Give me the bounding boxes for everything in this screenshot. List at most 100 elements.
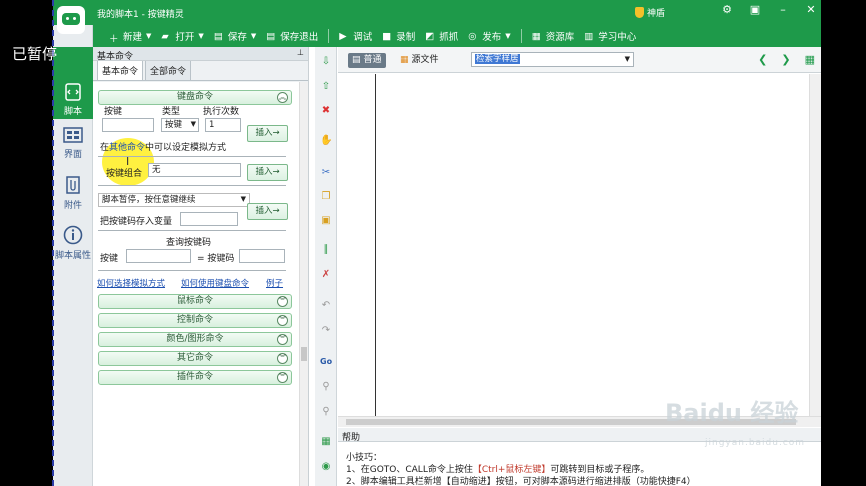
redo-icon[interactable]: ↷ bbox=[320, 325, 332, 337]
paste-icon[interactable]: ▣ bbox=[320, 215, 332, 227]
save-button[interactable]: ▤ 保存 ▼ bbox=[214, 29, 257, 44]
copy-icon[interactable]: ❐ bbox=[320, 191, 332, 203]
nav-item-ui[interactable]: 界面 bbox=[53, 126, 93, 160]
chevron-down-icon: ︾ bbox=[277, 296, 288, 307]
minimize-icon[interactable]: – bbox=[777, 4, 789, 16]
tab-all-commands[interactable]: 全部命令 bbox=[145, 60, 192, 80]
move-down-icon[interactable]: ⇩ bbox=[320, 56, 332, 68]
folder-icon: ▰ bbox=[161, 30, 169, 42]
editor-tool-strip: ⇩ ⇧ ✖ ✋ ✂ ❐ ▣ ∥ ✗ ↶ ↷ Go ⚲ ⚲ ▦ ◉ bbox=[315, 47, 337, 486]
divider bbox=[98, 230, 286, 231]
pause-mode-select[interactable]: 脚本暂停，按任意键继续 ▼ bbox=[98, 193, 250, 207]
scrollbar-thumb[interactable] bbox=[301, 347, 307, 361]
info-icon bbox=[63, 225, 83, 245]
section-control-commands[interactable]: 控制命令 ︾ bbox=[98, 313, 292, 328]
how-to-use-keyboard-link[interactable]: 如何使用键盘命令 bbox=[181, 277, 249, 289]
type-column-label: 类型 bbox=[162, 107, 181, 117]
count-input[interactable]: 1 bbox=[205, 118, 241, 132]
tab-basic-commands[interactable]: 基本命令 bbox=[97, 60, 144, 80]
app-logo bbox=[57, 6, 85, 34]
chevron-down-icon: ︾ bbox=[277, 334, 288, 345]
publish-button[interactable]: ◎ 发布 ▼ bbox=[468, 29, 510, 44]
query-key-input[interactable] bbox=[126, 249, 191, 263]
tab-source-view[interactable]: ▦ 源文件 bbox=[396, 53, 443, 68]
uncomment-icon[interactable]: ✗ bbox=[320, 269, 332, 281]
replace-icon[interactable]: ⚲ bbox=[320, 406, 332, 418]
tab-normal-view[interactable]: ▤ 普通 bbox=[348, 53, 386, 68]
vip-label: 神盾 bbox=[647, 9, 666, 19]
panel-tabs: 基本命令 全部命令 bbox=[93, 60, 308, 81]
next-arrow-icon[interactable]: ❯ bbox=[781, 53, 790, 66]
divider bbox=[98, 156, 286, 157]
close-icon[interactable]: ✕ bbox=[805, 4, 817, 16]
keycode-variable-input[interactable] bbox=[180, 212, 238, 226]
save-exit-button[interactable]: ▤ 保存退出 bbox=[266, 29, 318, 44]
editor-vertical-scrollbar[interactable] bbox=[809, 74, 821, 416]
section-plugin-commands[interactable]: 插件命令 ︾ bbox=[98, 370, 292, 385]
debug-button[interactable]: ▶ 调试 bbox=[339, 29, 372, 44]
command-panel: 基本命令 ⊥ 基本命令 全部命令 键盘命令 ︽ 按键 类型 执行次数 按键 ▼ … bbox=[93, 47, 309, 486]
chevron-down-icon: ▼ bbox=[240, 195, 246, 203]
pin-icon[interactable]: ⊥ bbox=[297, 48, 304, 57]
eye-icon[interactable]: ◉ bbox=[320, 461, 332, 473]
example-link[interactable]: 例子 bbox=[266, 277, 283, 289]
recording-border-left bbox=[52, 0, 54, 486]
comment-icon[interactable]: ∥ bbox=[320, 244, 332, 256]
chevron-down-icon: ▼ bbox=[250, 32, 257, 40]
goto-icon[interactable]: Go bbox=[320, 356, 332, 368]
nav-item-attachment[interactable]: 附件 bbox=[53, 175, 93, 211]
save-exit-icon: ▤ bbox=[266, 30, 276, 42]
grid-view-icon[interactable]: ▦ bbox=[805, 53, 815, 66]
label-search-select[interactable]: 检索字样居 ▼ bbox=[471, 52, 634, 67]
resource-button[interactable]: ▦ 资源库 bbox=[531, 29, 575, 44]
section-color-image-commands[interactable]: 颜色/图形命令 ︾ bbox=[98, 332, 292, 347]
record-button[interactable]: ■ 录制 bbox=[382, 29, 415, 44]
query-key-label: 按键 bbox=[100, 254, 119, 264]
key-combo-input[interactable]: 无 bbox=[148, 163, 241, 177]
key-input[interactable] bbox=[102, 118, 154, 132]
section-keyboard-commands[interactable]: 键盘命令 ︽ bbox=[98, 90, 292, 105]
delete-icon[interactable]: ✖ bbox=[320, 105, 332, 117]
toolbar-separator bbox=[328, 29, 330, 43]
new-button[interactable]: ＋新建 ▼ bbox=[109, 29, 152, 45]
editor-tabs: ▤ 普通 ▦ 源文件 检索字样居 ▼ ❮ ❯ ▦ bbox=[338, 47, 821, 73]
insert-pause-button[interactable]: 插入→ bbox=[247, 203, 288, 220]
type-select[interactable]: 按键 ▼ bbox=[161, 118, 199, 132]
ui-icon bbox=[63, 127, 83, 143]
window-controls: ⚙ ▣ – ✕ bbox=[721, 4, 817, 16]
source-file-icon: ▦ bbox=[400, 55, 409, 65]
nav-item-script-props[interactable]: 脚本属性 bbox=[53, 225, 93, 261]
chevron-up-icon: ︽ bbox=[277, 92, 288, 103]
publish-icon: ◎ bbox=[468, 30, 477, 42]
hand-icon[interactable]: ✋ bbox=[320, 135, 332, 147]
move-up-icon[interactable]: ⇧ bbox=[320, 81, 332, 93]
how-to-choose-simulation-link[interactable]: 如何选择模拟方式 bbox=[97, 277, 165, 289]
resource-icon: ▦ bbox=[531, 30, 541, 42]
insert-key-button[interactable]: 插入→ bbox=[247, 125, 288, 142]
calculator-icon[interactable]: ▦ bbox=[320, 436, 332, 448]
code-area[interactable] bbox=[377, 74, 809, 416]
gear-icon[interactable]: ⚙ bbox=[721, 4, 733, 16]
learn-button[interactable]: ▥ 学习中心 bbox=[584, 29, 636, 44]
undo-icon[interactable]: ↶ bbox=[320, 300, 332, 312]
panel-scrollbar[interactable] bbox=[299, 82, 308, 486]
open-button[interactable]: ▰ 打开 ▼ bbox=[161, 29, 203, 44]
chevron-down-icon: ▼ bbox=[146, 32, 152, 40]
find-icon[interactable]: ⚲ bbox=[320, 381, 332, 393]
grab-button[interactable]: ◩ 抓抓 bbox=[425, 29, 458, 44]
cut-icon[interactable]: ✂ bbox=[320, 167, 332, 179]
play-icon: ▶ bbox=[339, 30, 347, 42]
section-other-commands[interactable]: 其它命令 ︾ bbox=[98, 351, 292, 366]
other-commands-link[interactable]: 其他命令 bbox=[109, 143, 145, 153]
panel-header: 基本命令 ⊥ bbox=[93, 47, 308, 62]
shield-icon bbox=[635, 7, 644, 18]
vip-badge[interactable]: 神盾 bbox=[635, 6, 665, 19]
left-nav: 脚本 界面 附件 脚本属性 bbox=[53, 25, 93, 486]
section-mouse-commands[interactable]: 鼠标命令 ︾ bbox=[98, 294, 292, 309]
restore-icon[interactable]: ▣ bbox=[749, 4, 761, 16]
nav-item-script[interactable]: 脚本 bbox=[53, 83, 93, 117]
window-title: 我的脚本1 - 按键精灵 bbox=[97, 10, 184, 20]
query-code-input[interactable] bbox=[239, 249, 285, 263]
prev-arrow-icon[interactable]: ❮ bbox=[758, 53, 767, 66]
insert-combo-button[interactable]: 插入→ bbox=[247, 164, 288, 181]
